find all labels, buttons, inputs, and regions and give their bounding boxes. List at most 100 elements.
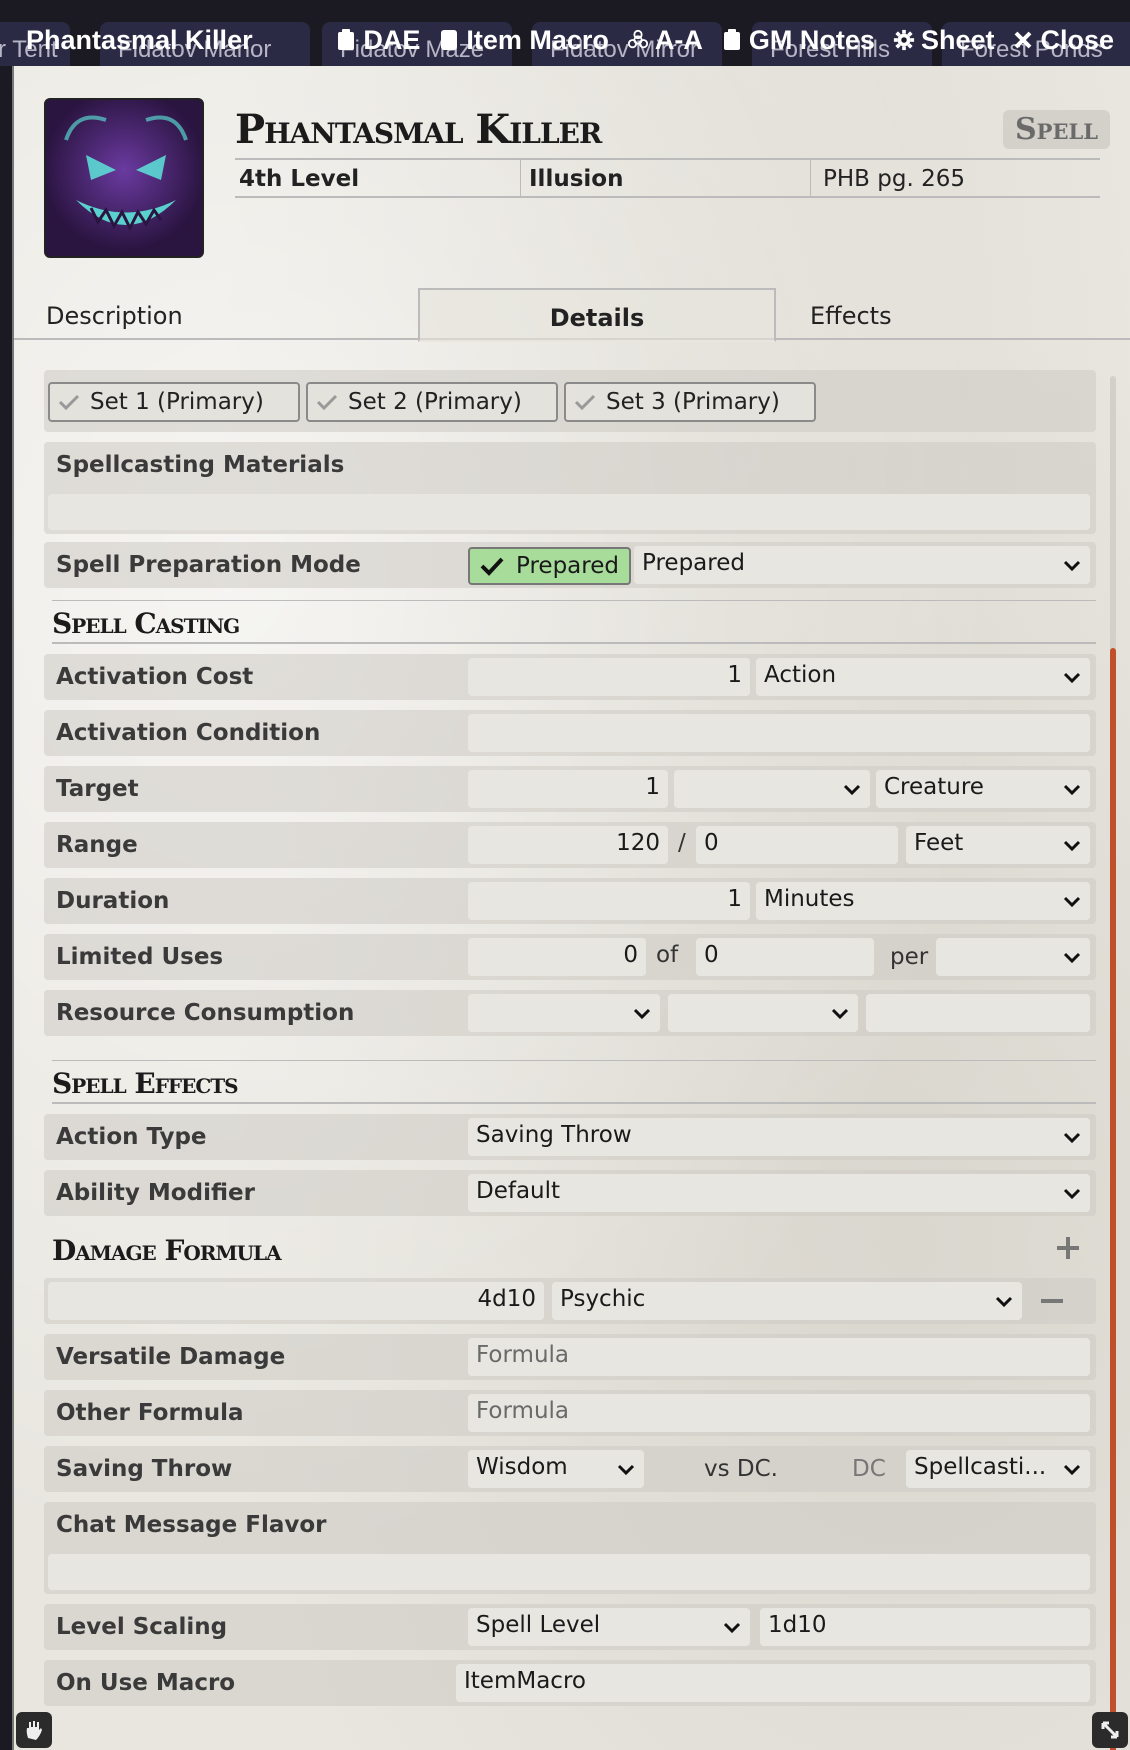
consume-target-select[interactable] — [668, 994, 858, 1032]
prepared-toggle[interactable]: Prepared — [468, 547, 631, 585]
resize-handle[interactable] — [1092, 1712, 1128, 1748]
close-label: Close — [1040, 24, 1114, 55]
activation-cost-input[interactable]: 1 — [468, 658, 750, 696]
save-scaling-select[interactable]: Spellcasti... — [906, 1450, 1090, 1488]
versatile-damage-label: Versatile Damage — [56, 1344, 286, 1370]
spell-summary: 4th Level Illusion PHB pg. 265 — [235, 158, 1100, 198]
set-2-toggle[interactable]: Set 2 (Primary) — [306, 382, 558, 422]
target-type-select[interactable]: Creature — [876, 770, 1090, 808]
chat-flavor-label: Chat Message Flavor — [56, 1512, 327, 1538]
level-scaling-formula-input[interactable]: 1d10 — [760, 1608, 1090, 1646]
dae-button[interactable]: DAE — [335, 25, 420, 56]
range-long-input[interactable]: 0 — [696, 826, 898, 864]
item-sheet: Phantasmal Killer Spell 4th Level Illusi… — [12, 66, 1130, 1750]
level-scaling-value: Spell Level — [476, 1612, 601, 1638]
materials-input[interactable] — [48, 494, 1090, 530]
target-units-select[interactable] — [674, 770, 870, 808]
resource-consumption-label: Resource Consumption — [56, 1000, 355, 1026]
action-type-row: Action Type Saving Throw — [44, 1114, 1096, 1160]
activation-condition-input[interactable] — [468, 714, 1090, 752]
range-value-input[interactable]: 120 — [468, 826, 668, 864]
other-formula-input[interactable]: Formula — [468, 1394, 1090, 1432]
sheet-button[interactable]: Sheet — [893, 25, 994, 56]
chevron-down-icon — [1063, 560, 1081, 572]
chevron-down-icon — [633, 1008, 651, 1020]
dc-placeholder[interactable]: DC — [852, 1456, 886, 1482]
activation-condition-label: Activation Condition — [56, 720, 321, 746]
resize-icon — [1101, 1721, 1119, 1739]
duration-units-value: Minutes — [764, 886, 855, 912]
versatile-damage-row: Versatile Damage Formula — [44, 1334, 1096, 1380]
other-formula-label: Other Formula — [56, 1400, 244, 1426]
set-1-toggle[interactable]: Set 1 (Primary) — [48, 382, 300, 422]
resource-consumption-row: Resource Consumption — [44, 990, 1096, 1036]
uses-per-select[interactable] — [936, 938, 1090, 976]
hand-icon — [26, 1721, 42, 1740]
range-separator: / — [678, 830, 686, 856]
duration-value-input[interactable]: 1 — [468, 882, 750, 920]
close-icon — [1012, 29, 1034, 51]
aa-button[interactable]: A-A — [627, 25, 703, 56]
spell-school[interactable]: Illusion — [521, 160, 811, 196]
gear-icon — [893, 29, 915, 51]
check-icon — [480, 557, 504, 576]
pan-tool-button[interactable] — [16, 1712, 52, 1748]
item-macro-button[interactable]: Item Macro — [438, 25, 609, 56]
tab-description[interactable]: Description — [46, 288, 183, 340]
uses-max-input[interactable]: 0 — [696, 938, 874, 976]
chevron-down-icon — [1063, 896, 1081, 908]
spell-name[interactable]: Phantasmal Killer — [235, 106, 602, 153]
spell-level[interactable]: 4th Level — [235, 160, 521, 196]
preparation-mode-select[interactable]: Prepared — [634, 546, 1090, 584]
level-scaling-select[interactable]: Spell Level — [468, 1608, 750, 1646]
save-ability-select[interactable]: Wisdom — [468, 1450, 644, 1488]
action-type-select[interactable]: Saving Throw — [468, 1118, 1090, 1156]
damage-formula-input[interactable]: 4d10 — [48, 1282, 544, 1320]
sheet-tabs: Description Details Effects — [14, 288, 1130, 342]
ability-modifier-select[interactable]: Default — [468, 1174, 1090, 1212]
close-button[interactable]: Close — [1012, 25, 1114, 56]
range-row: Range 120 / 0 Feet — [44, 822, 1096, 868]
set-3-toggle[interactable]: Set 3 (Primary) — [564, 382, 816, 422]
remove-damage-button[interactable] — [1038, 1287, 1066, 1315]
saving-throw-row: Saving Throw Wisdom vs DC. DC Spellcasti… — [44, 1446, 1096, 1492]
vs-dc-label: vs DC. — [704, 1456, 778, 1482]
duration-units-select[interactable]: Minutes — [756, 882, 1090, 920]
spell-effects-header: Spell Effects — [52, 1060, 1096, 1104]
on-use-macro-input[interactable]: ItemMacro — [456, 1664, 1090, 1702]
activation-type-select[interactable]: Action — [756, 658, 1090, 696]
chevron-down-icon — [831, 1008, 849, 1020]
spell-portrait[interactable] — [44, 98, 204, 258]
chevron-down-icon — [723, 1622, 741, 1634]
chevron-down-icon — [617, 1464, 635, 1476]
chevron-down-icon — [843, 784, 861, 796]
scrollbar-thumb[interactable] — [1110, 648, 1116, 1750]
plus-icon — [1057, 1237, 1079, 1259]
scroll-icon — [438, 29, 460, 51]
consume-amount-input[interactable] — [866, 994, 1090, 1032]
add-damage-button[interactable] — [1054, 1234, 1082, 1262]
preparation-row: Spell Preparation Mode Prepared Prepared — [44, 542, 1096, 588]
target-value-input[interactable]: 1 — [468, 770, 668, 808]
window-header[interactable]: Phantasmal Killer DAE Item Macro A-A GM … — [12, 14, 1130, 66]
tab-effects[interactable]: Effects — [810, 288, 892, 340]
gm-notes-button[interactable]: GM Notes — [721, 25, 875, 56]
target-type-value: Creature — [884, 774, 984, 800]
damage-type-select[interactable]: Psychic — [552, 1282, 1022, 1320]
window-controls: DAE Item Macro A-A GM Notes Sheet Close — [335, 25, 1130, 56]
uses-value-input[interactable]: 0 — [468, 938, 646, 976]
spell-source[interactable]: PHB pg. 265 — [811, 160, 1100, 196]
versatile-damage-input[interactable]: Formula — [468, 1338, 1090, 1376]
save-scaling-value: Spellcasti... — [914, 1454, 1047, 1480]
materials-label: Spellcasting Materials — [56, 452, 345, 478]
chat-flavor-input[interactable] — [48, 1554, 1090, 1590]
clipboard-icon — [721, 29, 743, 51]
range-units-select[interactable]: Feet — [906, 826, 1090, 864]
consume-type-select[interactable] — [468, 994, 660, 1032]
ability-modifier-label: Ability Modifier — [56, 1180, 255, 1206]
dae-label: DAE — [363, 24, 421, 55]
tab-details[interactable]: Details — [418, 288, 776, 342]
save-ability-value: Wisdom — [476, 1454, 568, 1480]
chevron-down-icon — [1063, 672, 1081, 684]
set-row: Set 1 (Primary) Set 2 (Primary) Set 3 (P… — [44, 370, 1096, 432]
